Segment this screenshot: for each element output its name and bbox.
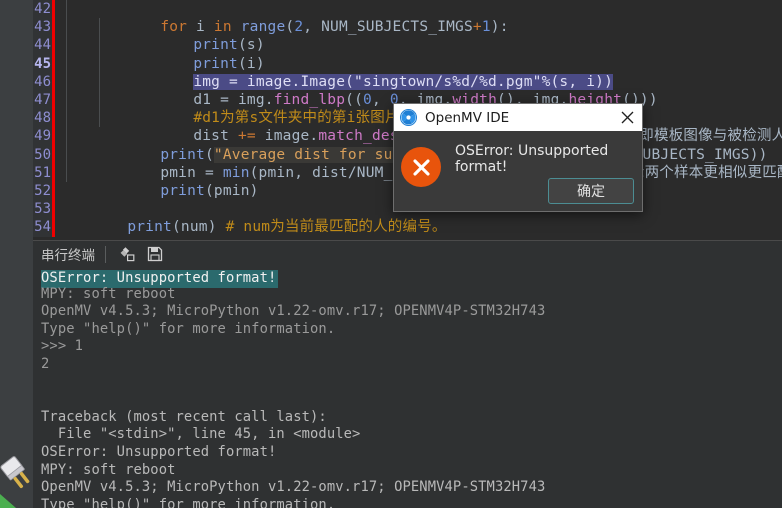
line-number: 54 — [34, 219, 51, 236]
terminal-line: Type "help()" for more information. — [41, 320, 336, 337]
terminal-line: OpenMV v4.5.3; MicroPython v1.22-omv.r17… — [41, 479, 546, 496]
terminal-line: MPY: soft reboot — [41, 461, 176, 478]
terminal-line: File "<stdin>", line 45, in <module> — [41, 426, 361, 443]
line-number: 43 — [34, 19, 51, 36]
dialog-title: OpenMV IDE — [425, 109, 510, 126]
openmv-logo-icon — [400, 109, 417, 126]
code-line[interactable]: 54 — [33, 218, 782, 236]
save-floppy-icon[interactable] — [144, 244, 166, 264]
terminal-line: 2 — [41, 355, 50, 372]
serial-terminal-panel: 串行终端 OSError: Unsupported format! MPY: s… — [33, 240, 782, 508]
app-window: 42 for i in range(2, NUM_SUBJECTS_IMGS+1… — [0, 0, 782, 508]
terminal-line: OSError: Unsupported format! — [41, 268, 782, 288]
line-number: 50 — [34, 146, 51, 163]
line-number: 42 — [34, 1, 51, 17]
terminal-line: MPY: soft reboot — [41, 285, 176, 302]
status-corner-marker — [0, 494, 16, 508]
confirm-button[interactable]: 确定 — [548, 178, 634, 204]
line-number: 45 — [34, 55, 51, 72]
line-number: 48 — [34, 110, 51, 127]
line-number: 46 — [34, 73, 51, 90]
left-rail — [0, 0, 33, 508]
dialog-body: OSError: Unsupported format! 确定 — [394, 131, 642, 212]
code-line[interactable]: 42 for i in range(2, NUM_SUBJECTS_IMGS+1… — [33, 0, 782, 35]
line-number: 52 — [34, 182, 51, 199]
code-line-current[interactable]: 45 img = image.Image("singtown/s%d/%d.pg… — [33, 54, 782, 90]
terminal-line: Type "help()" for more information. — [41, 496, 336, 508]
terminal-line: OpenMV v4.5.3; MicroPython v1.22-omv.r17… — [41, 303, 546, 320]
close-icon[interactable] — [616, 107, 638, 129]
dialog-message: OSError: Unsupported format! — [455, 143, 609, 175]
code-line[interactable]: 44 print(i) — [33, 36, 782, 72]
clear-brush-icon[interactable] — [116, 244, 138, 264]
line-number: 49 — [34, 128, 51, 145]
terminal-error-highlight: OSError: Unsupported format! — [41, 270, 279, 288]
error-dialog: OpenMV IDE OSError: Unsupported format! … — [393, 103, 643, 212]
terminal-line: >>> 1 — [41, 338, 84, 355]
terminal-output[interactable]: OSError: Unsupported format! MPY: soft r… — [33, 267, 782, 508]
code-line[interactable]: 43 print(s) — [33, 18, 782, 53]
toolbar-divider — [105, 245, 106, 263]
terminal-title: 串行终端 — [41, 248, 95, 264]
error-icon — [401, 147, 441, 187]
terminal-line: OSError: Unsupported format! — [41, 443, 277, 460]
terminal-line: Traceback (most recent call last): — [41, 408, 327, 425]
terminal-toolbar: 串行终端 — [33, 241, 782, 267]
dialog-title-bar: OpenMV IDE — [394, 104, 642, 131]
line-number: 47 — [34, 91, 51, 108]
line-number: 51 — [34, 164, 51, 181]
code-line[interactable]: 46 d1 = img.find_lbp((0, 0, img.width(),… — [33, 72, 782, 108]
usb-plug-icon — [0, 452, 34, 496]
line-number: 44 — [34, 37, 51, 54]
